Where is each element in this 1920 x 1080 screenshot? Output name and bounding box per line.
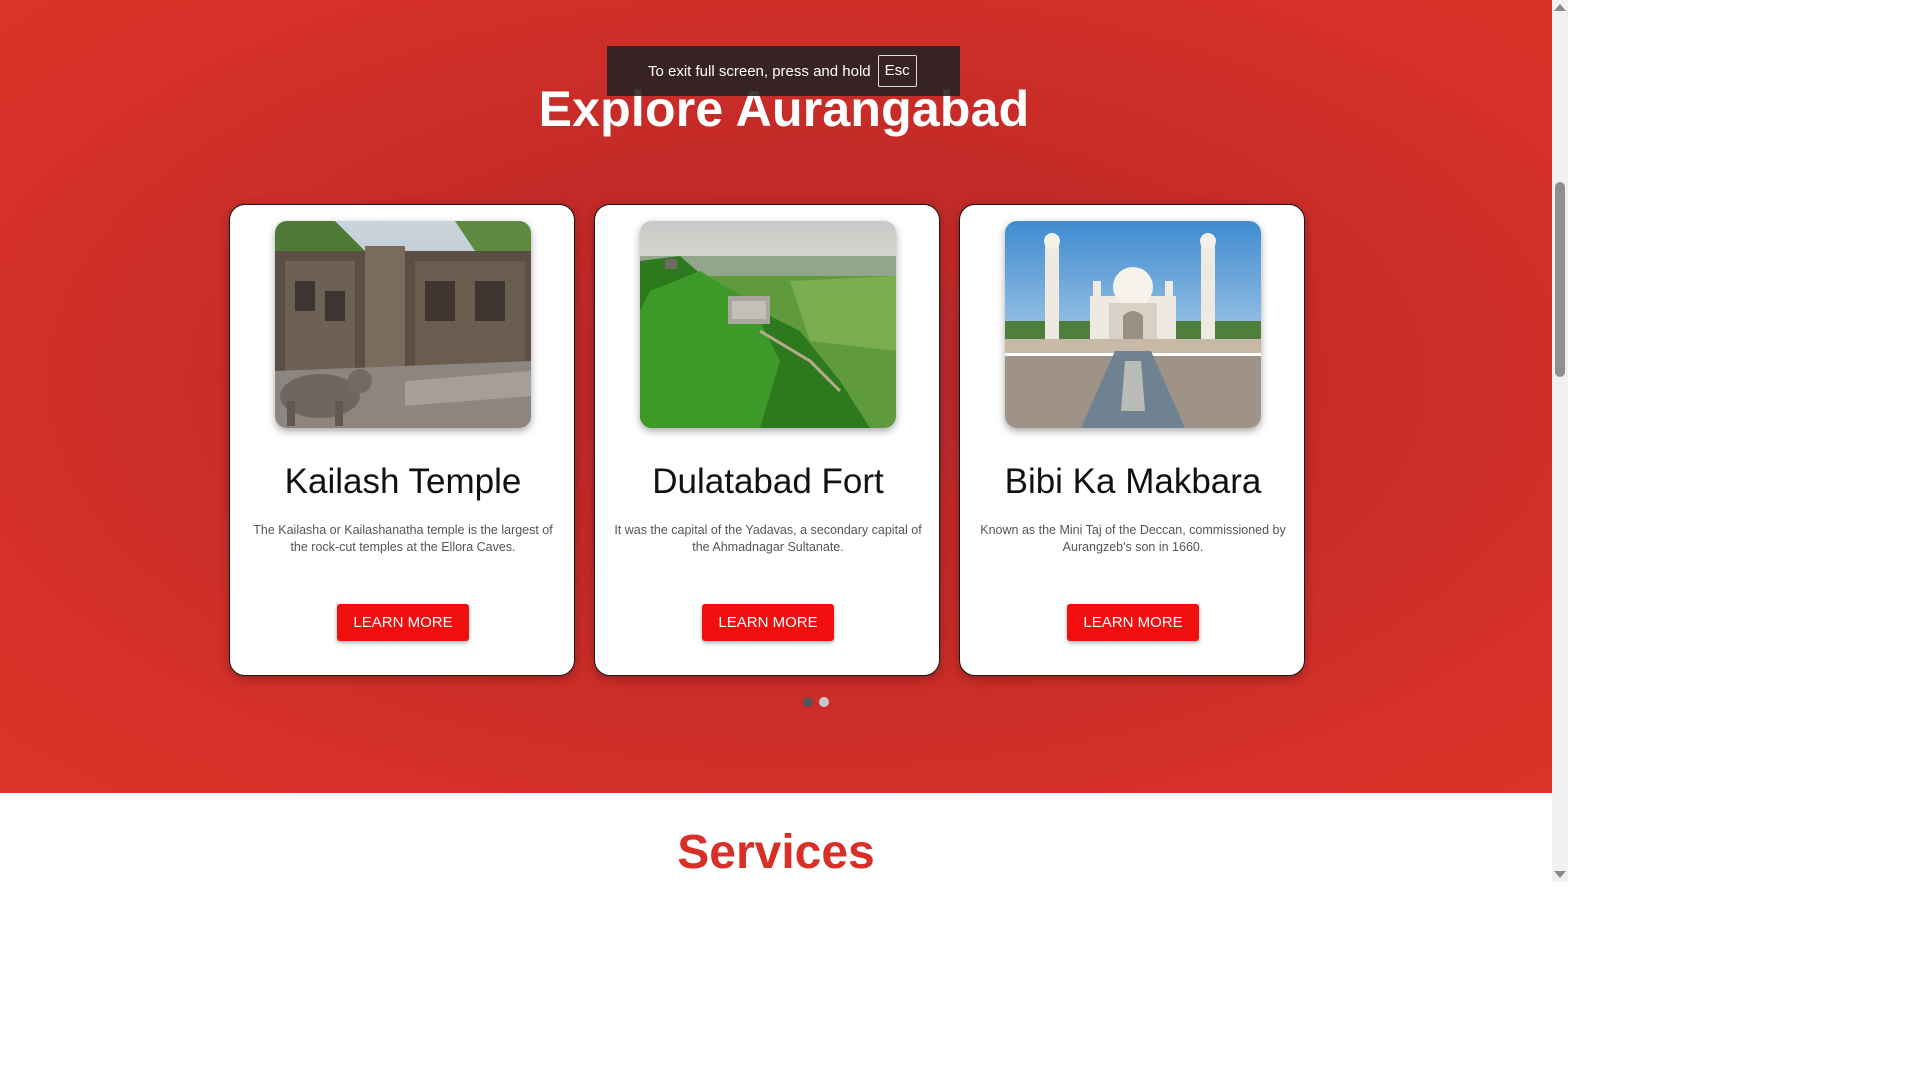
services-title: Services	[677, 826, 875, 879]
fullscreen-notice-text: To exit full screen, press and hold	[648, 62, 871, 80]
card-description: It was the capital of the Yadavas, a sec…	[614, 523, 922, 554]
carousel-dot-1[interactable]	[803, 697, 813, 707]
card-title: Bibi Ka Makbara	[1004, 462, 1262, 501]
esc-key-badge: Esc	[877, 55, 917, 87]
card-description: Known as the Mini Taj of the Deccan, com…	[980, 523, 1286, 554]
carousel-dots	[803, 697, 829, 707]
card-kailash-temple: Kailash Temple The Kailasha or Kailashan…	[229, 204, 575, 676]
fullscreen-exit-notice: To exit full screen, press and hold Esc	[607, 46, 960, 96]
carousel-dot-2[interactable]	[819, 697, 829, 707]
bibi-ka-makbara-image	[1005, 221, 1261, 428]
card-description: The Kailasha or Kailashanatha temple is …	[253, 523, 553, 554]
vertical-scrollbar[interactable]	[1552, 0, 1568, 882]
learn-more-button[interactable]: LEARN MORE	[337, 604, 469, 641]
hero-section: Explore Aurangabad Kailash Temple The Ka…	[0, 0, 1552, 793]
card-dulatabad-fort: Dulatabad Fort It was the capital of the…	[594, 204, 940, 676]
dulatabad-fort-image	[640, 221, 896, 428]
card-bibi-ka-makbara: Bibi Ka Makbara Known as the Mini Taj of…	[959, 204, 1305, 676]
kailash-temple-image	[275, 221, 531, 428]
page: Explore Aurangabad Kailash Temple The Ka…	[0, 0, 1568, 882]
scrollbar-thumb[interactable]	[1555, 182, 1565, 377]
card-title: Dulatabad Fort	[652, 462, 884, 501]
learn-more-button[interactable]: LEARN MORE	[702, 604, 834, 641]
scroll-up-arrow-icon[interactable]	[1554, 4, 1566, 11]
scroll-down-arrow-icon[interactable]	[1554, 871, 1566, 878]
learn-more-button[interactable]: LEARN MORE	[1067, 604, 1199, 641]
card-title: Kailash Temple	[284, 462, 522, 501]
